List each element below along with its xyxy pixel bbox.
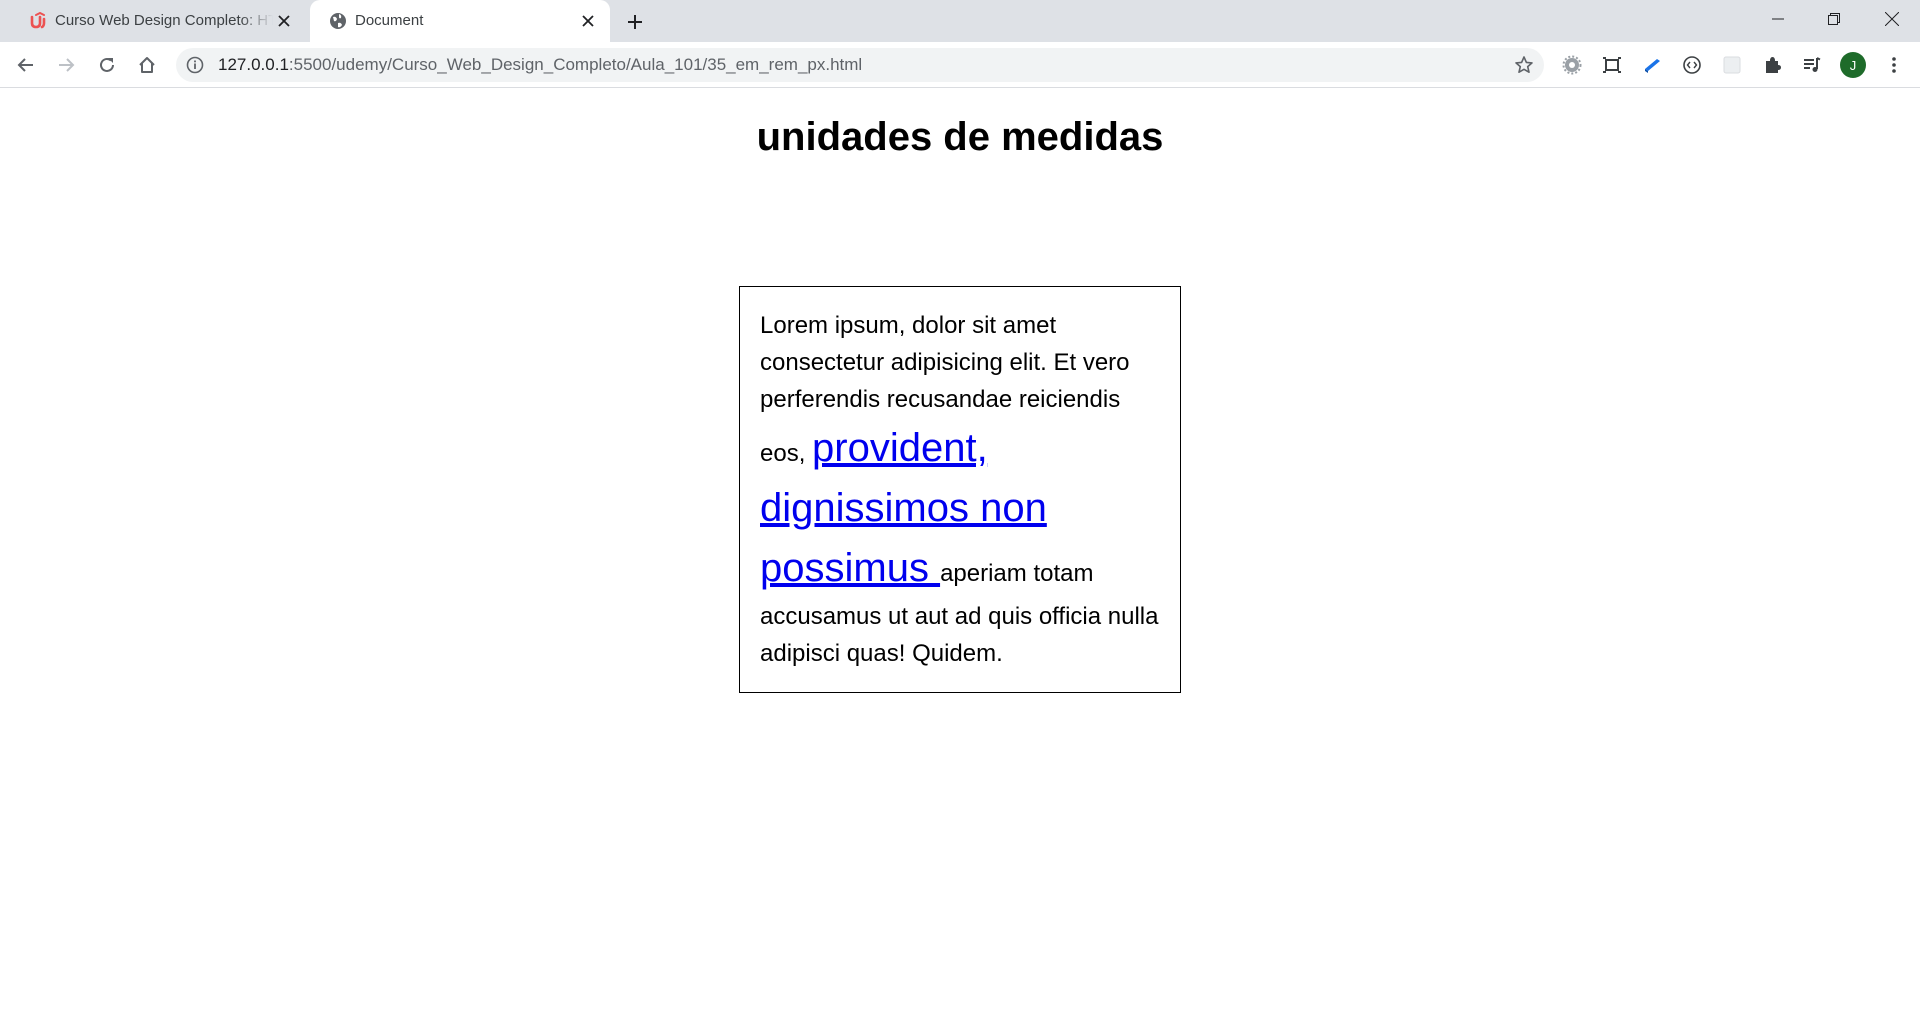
extension-gear-button[interactable]	[1558, 51, 1586, 79]
more-vertical-icon	[1892, 57, 1896, 73]
extension-book-button[interactable]	[1638, 51, 1666, 79]
extension-blank-button[interactable]	[1718, 51, 1746, 79]
close-icon	[1885, 12, 1899, 26]
close-window-button[interactable]	[1864, 0, 1920, 38]
book-icon	[1645, 59, 1660, 73]
minimize-button[interactable]	[1750, 0, 1806, 38]
plus-icon	[628, 15, 642, 29]
bookmark-star-icon[interactable]	[1514, 55, 1534, 75]
extensions-menu-button[interactable]	[1758, 51, 1786, 79]
tab-strip: Curso Web Design Completo: HTML5 + CSS3 …	[0, 0, 1920, 42]
udemy-icon	[28, 11, 48, 31]
tab-title: Document	[355, 12, 424, 29]
lorem-paragraph: Lorem ipsum, dolor sit amet consectetur …	[760, 307, 1160, 672]
code-icon	[1683, 56, 1701, 74]
new-tab-button[interactable]	[620, 7, 650, 37]
info-icon[interactable]	[186, 56, 204, 74]
close-tab-icon[interactable]	[274, 11, 294, 31]
profile-avatar[interactable]: J	[1840, 52, 1866, 78]
page-heading: unidades de medidas	[756, 115, 1164, 159]
arrow-right-icon	[59, 58, 75, 72]
minimize-icon	[1772, 18, 1784, 20]
tab-title: Curso Web Design Completo: HTML5 + CSS3 …	[55, 12, 273, 29]
reload-button[interactable]	[91, 49, 123, 81]
home-icon	[139, 57, 155, 73]
extension-code-button[interactable]	[1678, 51, 1706, 79]
forward-button[interactable]	[50, 49, 82, 81]
playlist-music-icon	[1804, 57, 1821, 72]
tab-udemy-course[interactable]: Curso Web Design Completo: HTML5 + CSS3 …	[10, 0, 306, 42]
url-path: :5500/udemy/Curso_Web_Design_Completo/Au…	[288, 55, 863, 74]
extension-screenshot-button[interactable]	[1598, 51, 1626, 79]
close-tab-icon[interactable]	[578, 11, 598, 31]
arrow-left-icon	[17, 58, 33, 72]
gear-icon	[1562, 55, 1582, 75]
media-controls-button[interactable]	[1798, 51, 1826, 79]
address-bar[interactable]: 127.0.0.1:5500/udemy/Curso_Web_Design_Co…	[176, 48, 1544, 82]
back-button[interactable]	[10, 49, 42, 81]
browser-menu-button[interactable]	[1880, 51, 1908, 79]
restore-icon	[1828, 13, 1840, 25]
restore-button[interactable]	[1806, 0, 1862, 38]
reload-icon	[100, 57, 114, 72]
globe-icon	[328, 11, 348, 31]
url-host: 127.0.0.1	[218, 55, 289, 74]
url-text: 127.0.0.1:5500/udemy/Curso_Web_Design_Co…	[218, 55, 862, 75]
tab-document[interactable]: Document	[310, 0, 610, 42]
page-viewport: unidades de medidas Lorem ipsum, dolor s…	[0, 88, 1920, 1030]
browser-toolbar: 127.0.0.1:5500/udemy/Curso_Web_Design_Co…	[0, 42, 1920, 88]
extension-placeholder-icon	[1723, 56, 1741, 74]
bordered-text-box: Lorem ipsum, dolor sit amet consectetur …	[739, 286, 1181, 693]
puzzle-icon	[1766, 57, 1781, 73]
home-button[interactable]	[131, 49, 163, 81]
screenshot-icon	[1603, 57, 1621, 73]
